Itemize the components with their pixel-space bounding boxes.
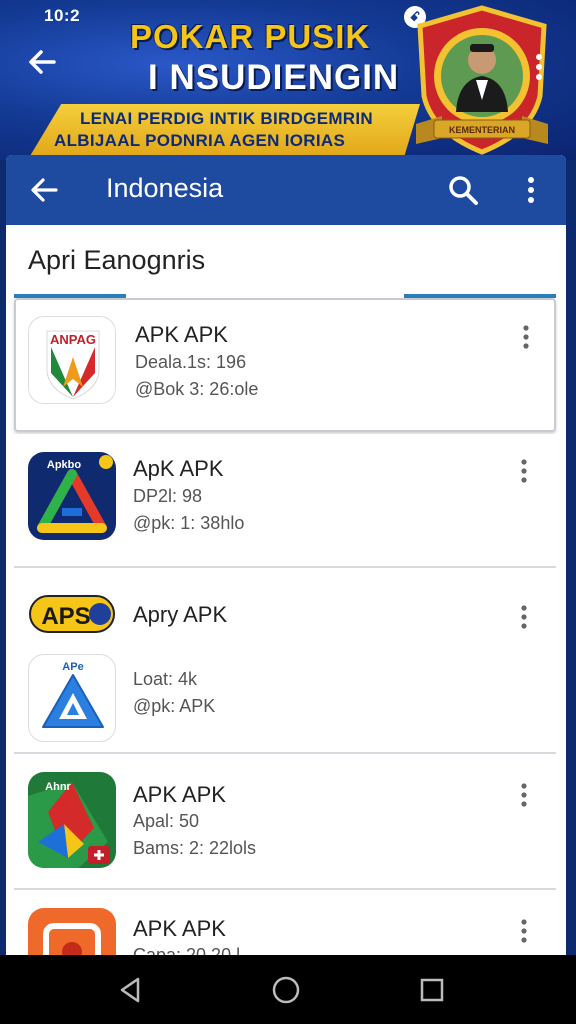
more-vert-icon[interactable] xyxy=(518,782,530,808)
emblem-caption: KEMENTERIAN xyxy=(449,125,515,135)
header-banner: 10:2 ꗃ POKAR PUSIK I NSUDIENGIN LENAI PE… xyxy=(0,0,576,160)
banner-title: POKAR PUSIK xyxy=(130,18,371,55)
app-name: APK APK xyxy=(135,322,228,347)
list-item[interactable]: APK APK Capa: 20 20 l xyxy=(14,892,556,955)
app-toolbar: Indonesia xyxy=(6,155,566,225)
app-name: APK APK xyxy=(133,782,226,807)
nav-recent-icon[interactable] xyxy=(418,976,446,1004)
app-name: ApK APK xyxy=(133,456,224,481)
apkpure-blue-icon: APe xyxy=(28,654,116,742)
app-meta: Apal: 50 xyxy=(133,811,200,831)
list-item[interactable]: APS APe Apry APK Loat: 4k @pk: APK xyxy=(14,570,556,754)
nav-home-icon[interactable] xyxy=(270,974,302,1006)
back-arrow-icon[interactable] xyxy=(26,172,62,208)
app-icon-text: APS xyxy=(41,603,90,630)
app-icon-text: Apkbo xyxy=(47,459,82,471)
app-meta: @pk: APK xyxy=(133,696,216,716)
more-vert-icon[interactable] xyxy=(518,458,530,484)
apkpure-triangle-icon: Apkbo xyxy=(28,452,116,540)
apk-green-red-icon: Ahnr xyxy=(28,772,116,868)
nav-back-icon[interactable] xyxy=(116,975,146,1005)
app-meta: DP2l: 98 xyxy=(133,486,203,506)
app-meta: Capa: 20 20 l xyxy=(133,945,241,955)
list-item[interactable]: Apkbo ApK APK DP2l: 98 @pk: 1: 38hlo xyxy=(14,434,556,568)
list-item[interactable]: ANPAG APK APK Deala.1s: 196 @Bok 3: 26:o… xyxy=(14,298,556,432)
more-vert-icon[interactable] xyxy=(518,918,530,944)
more-vert-icon[interactable] xyxy=(518,604,530,630)
aps-badge-icon: APS xyxy=(28,592,118,636)
app-meta: Deala.1s: 196 xyxy=(135,352,247,372)
more-vert-icon[interactable] xyxy=(520,324,532,350)
app-name: Apry APK xyxy=(133,602,228,627)
list-item[interactable]: Ahnr APK APK Apal: 50 Bams: 2: 22lols xyxy=(14,756,556,890)
app-window: Indonesia Apri Eanognris ANPAG APK APK D… xyxy=(6,155,566,955)
banner-subtitle: I NSUDIENGIN xyxy=(148,58,400,97)
app-meta: Loat: 4k xyxy=(133,669,198,689)
more-vert-icon[interactable] xyxy=(524,175,538,205)
toolbar-title: Indonesia xyxy=(106,173,224,203)
app-icon-text: ANPAG xyxy=(50,332,96,347)
app-meta: @Bok 3: 26:ole xyxy=(135,379,259,399)
status-time: 10:2 xyxy=(44,6,81,25)
app-name: APK APK xyxy=(133,916,226,941)
app-icon-text: APe xyxy=(62,661,83,673)
more-vert-icon[interactable] xyxy=(532,52,546,82)
ribbon-text-line1: LENAI PERDIG INTIK BIRDGEMRIN xyxy=(80,109,373,128)
app-icon-text: Ahnr xyxy=(45,781,71,793)
app-meta: @pk: 1: 38hlo xyxy=(133,513,245,533)
anpag-app-icon: ANPAG xyxy=(28,316,116,404)
search-icon[interactable] xyxy=(446,173,480,207)
app-meta: Bams: 2: 22lols xyxy=(133,838,257,858)
apk-orange-icon xyxy=(28,908,116,955)
ribbon-text-line2: ALBIJAAL PODNRIA AGEN IORIAS xyxy=(54,131,346,150)
official-portrait-emblem-icon: KEMENTERIAN xyxy=(416,5,548,155)
back-arrow-icon[interactable] xyxy=(24,44,60,80)
section-title: Apri Eanognris xyxy=(28,245,206,275)
